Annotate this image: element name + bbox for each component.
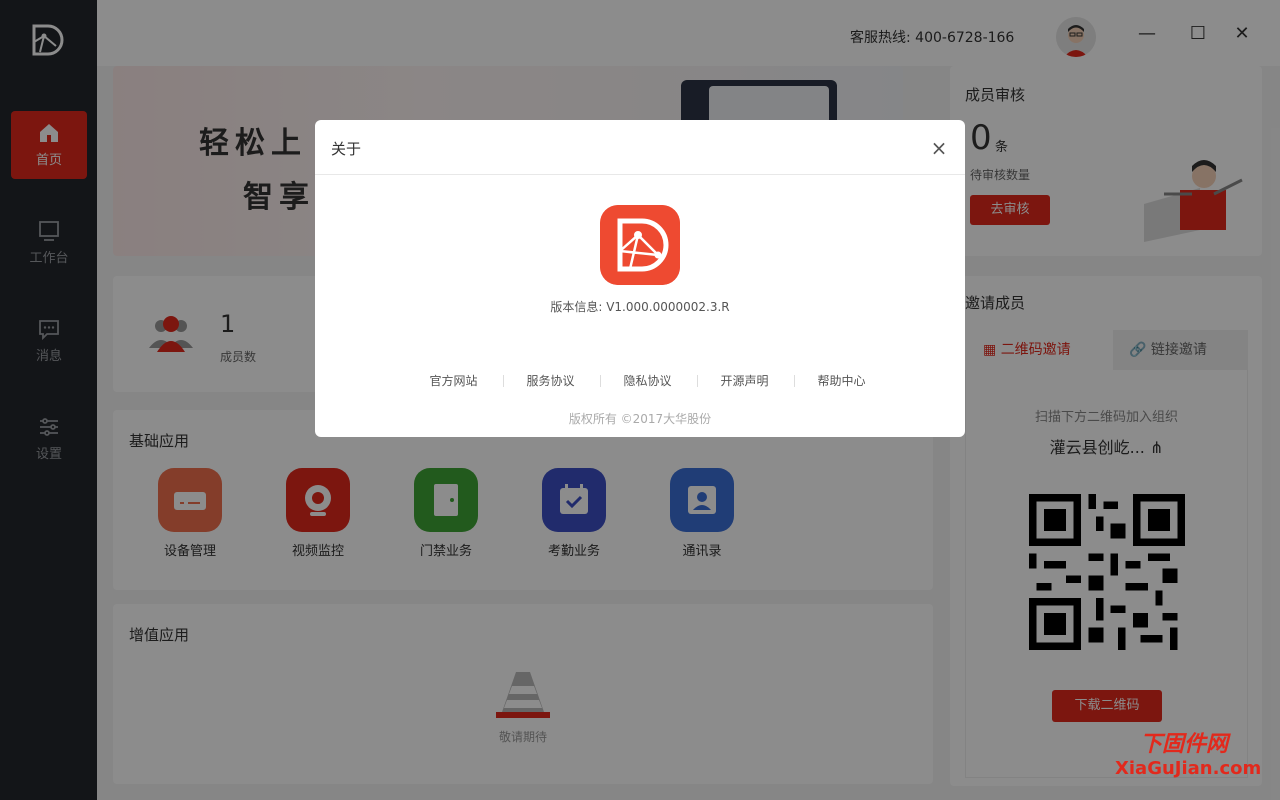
about-dialog: 关于 × 版本信息: V1.000.0000002.3.R 官方网站 服务协议 … [315, 120, 965, 437]
watermark-cn: 下固件网 [1140, 732, 1229, 757]
link-service-agreement[interactable]: 服务协议 [503, 372, 598, 389]
about-links: 官方网站 服务协议 隐私协议 开源声明 帮助中心 [406, 372, 876, 392]
link-official-site[interactable]: 官方网站 [406, 372, 501, 389]
app-logo-icon [600, 205, 680, 285]
link-privacy-policy[interactable]: 隐私协议 [600, 372, 695, 389]
watermark-en: XiaGuJian.com [1115, 758, 1262, 779]
link-help-center[interactable]: 帮助中心 [794, 372, 889, 389]
dialog-close-button[interactable]: × [929, 138, 949, 158]
version-info: 版本信息: V1.000.0000002.3.R [550, 300, 730, 314]
copyright-text: 版权所有 ©2017大华股份 [568, 412, 712, 426]
dialog-title: 关于 [331, 140, 362, 158]
close-icon: × [930, 136, 948, 160]
watermark: 下固件网 XiaGuJian.com [1105, 724, 1275, 784]
dialog-header: 关于 × [315, 120, 965, 175]
link-open-source[interactable]: 开源声明 [697, 372, 792, 389]
